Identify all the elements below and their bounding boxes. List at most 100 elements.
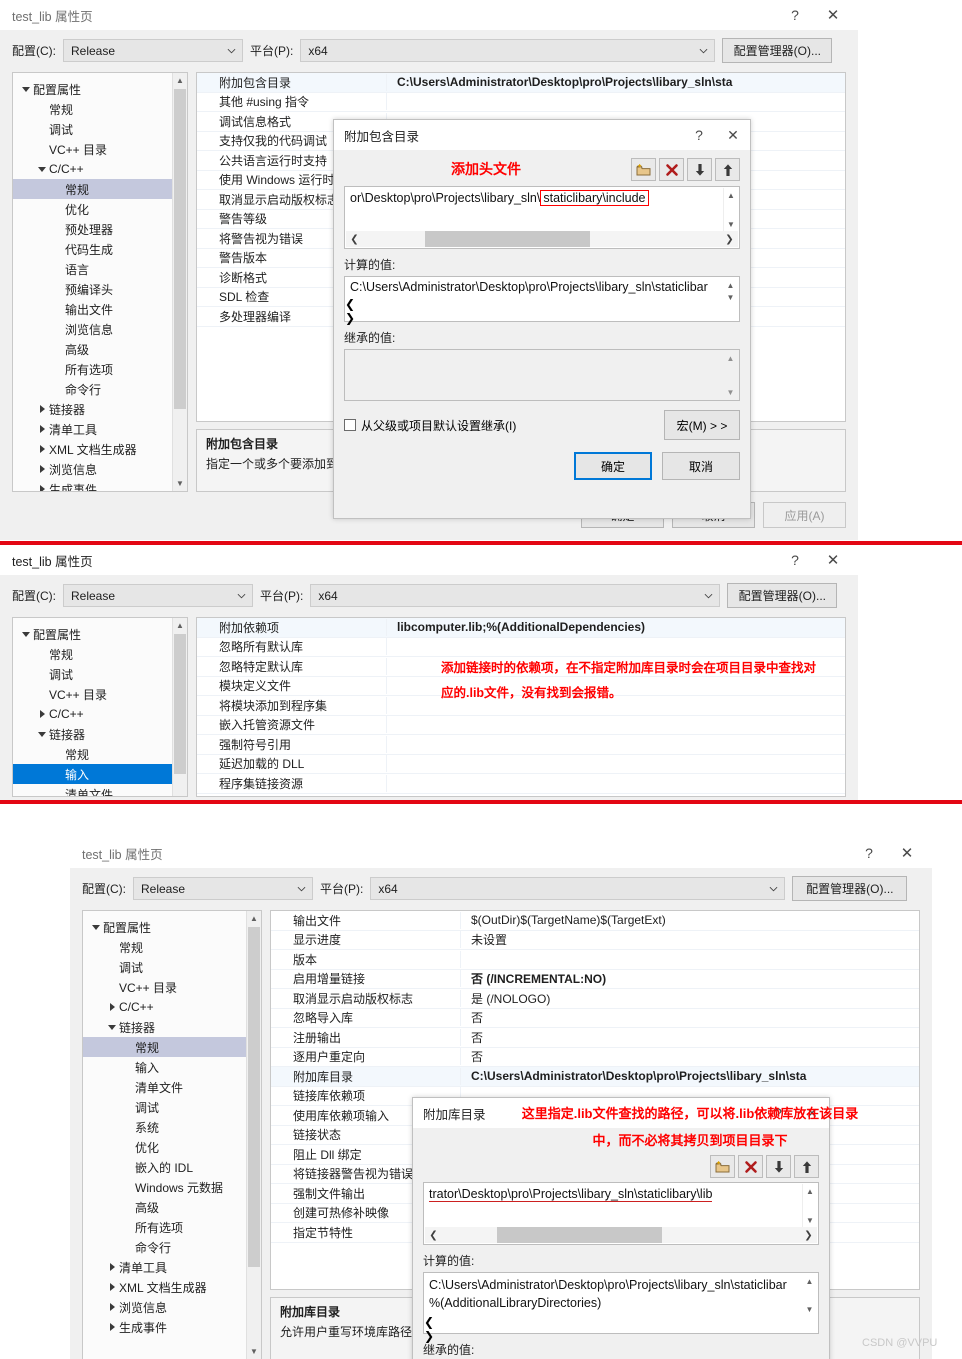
tree-item[interactable]: 清单文件 (13, 784, 187, 797)
move-down-icon[interactable] (766, 1155, 791, 1178)
move-up-icon[interactable] (794, 1155, 819, 1178)
property-row[interactable]: 附加库目录 C:\Users\Administrator\Desktop\pro\… (271, 1067, 919, 1087)
scroll-up-icon[interactable]: ▲ (803, 1184, 817, 1198)
twisty[interactable] (19, 86, 33, 92)
tree-item[interactable]: 浏览信息 (13, 319, 187, 339)
inherited-vscroll-1[interactable]: ▲ ▼ (723, 351, 738, 399)
property-row[interactable]: 显示进度 未设置 (271, 931, 919, 950)
twisty[interactable] (35, 710, 49, 718)
tree-scrollbar-1[interactable]: ▲ ▼ (172, 73, 187, 491)
twisty[interactable] (105, 1003, 119, 1011)
tree-item[interactable]: 生成事件 (83, 1317, 261, 1337)
computed-vscroll-1[interactable]: ▲ ▼ (723, 278, 738, 304)
config-manager-button-2[interactable]: 配置管理器(O)... (727, 583, 838, 608)
tree-item[interactable]: 调试 (13, 664, 187, 684)
tree-item[interactable]: 生成事件 (13, 479, 187, 491)
twisty[interactable] (105, 1024, 119, 1030)
twisty-collapsed-icon[interactable] (39, 465, 45, 473)
property-row[interactable]: 强制符号引用 (197, 735, 845, 755)
twisty-collapsed-icon[interactable] (39, 710, 45, 718)
twisty[interactable] (35, 405, 49, 413)
scroll-right-icon[interactable]: ❯ (721, 234, 738, 245)
twisty[interactable] (19, 631, 33, 637)
tree-item[interactable]: 高级 (83, 1197, 261, 1217)
hscroll-track[interactable] (442, 1227, 800, 1243)
property-value[interactable]: 未设置 (461, 931, 919, 948)
twisty[interactable] (35, 425, 49, 433)
tree-item[interactable]: 所有选项 (13, 359, 187, 379)
tree-item[interactable]: 输出文件 (13, 299, 187, 319)
include-directories-editor[interactable]: or\Desktop\pro\Projects\libary_sln\ stati… (344, 186, 740, 249)
scroll-thumb[interactable] (174, 634, 186, 774)
editor-vscroll-3[interactable]: ▲ ▼ (802, 1184, 817, 1227)
property-row[interactable]: 附加依赖项 libcomputer.lib;%(AdditionalDepende… (197, 618, 845, 638)
move-down-icon[interactable] (687, 158, 712, 181)
twisty-collapsed-icon[interactable] (109, 1283, 115, 1291)
include-directories-text[interactable]: or\Desktop\pro\Projects\libary_sln\ stati… (345, 187, 739, 231)
tree-item[interactable]: 优化 (13, 199, 187, 219)
computed-value-box-1[interactable]: C:\Users\Administrator\Desktop\pro\Proje… (344, 276, 740, 325)
twisty-expanded-icon[interactable] (38, 166, 46, 172)
inherit-checkbox-1[interactable] (344, 419, 356, 431)
twisty[interactable] (105, 1303, 119, 1311)
property-row[interactable]: 忽略导入库否 (271, 1009, 919, 1028)
property-value[interactable]: 是 (/NOLOGO) (461, 990, 919, 1007)
tree-item[interactable]: 调试 (13, 119, 187, 139)
twisty-collapsed-icon[interactable] (39, 405, 45, 413)
scroll-right-icon[interactable]: ❯ (800, 1230, 817, 1241)
scroll-up-icon[interactable]: ▲ (802, 1274, 817, 1288)
tree-item[interactable]: 命令行 (13, 379, 187, 399)
platform-combo-2[interactable]: x64 (310, 584, 721, 607)
tree-item[interactable]: 链接器 (13, 399, 187, 419)
tree-item[interactable]: C/C++ (83, 997, 261, 1017)
scroll-left-icon[interactable]: ❮ (345, 297, 739, 311)
tree-item[interactable]: VC++ 目录 (13, 684, 187, 704)
scroll-right-icon[interactable]: ❯ (345, 311, 739, 325)
tree-item[interactable]: 常规 (83, 1037, 261, 1057)
tree-scrollbar-3[interactable]: ▲ ▼ (246, 911, 261, 1359)
delete-icon[interactable] (659, 158, 684, 181)
twisty[interactable] (105, 1263, 119, 1271)
config-combo-2[interactable]: Release (63, 584, 253, 607)
property-value[interactable]: 否 (/INCREMENTAL:NO) (461, 970, 919, 987)
twisty-expanded-icon[interactable] (22, 86, 30, 92)
tree-item[interactable]: 常规 (13, 744, 187, 764)
scroll-thumb[interactable] (425, 231, 590, 247)
scroll-right-icon[interactable]: ❯ (424, 1329, 818, 1343)
twisty[interactable] (35, 485, 49, 491)
tree-item[interactable]: 命令行 (83, 1237, 261, 1257)
tree-item[interactable]: 嵌入的 IDL (83, 1157, 261, 1177)
property-value[interactable]: 否 (461, 1009, 919, 1026)
property-value[interactable]: C:\Users\Administrator\Desktop\pro\Proje… (387, 75, 845, 89)
scroll-thumb[interactable] (174, 89, 186, 409)
library-directories-text[interactable]: trator\Desktop\pro\Projects\libary_sln\s… (424, 1183, 818, 1227)
twisty[interactable] (105, 1323, 119, 1331)
hscroll-track[interactable] (363, 231, 721, 247)
tree-item[interactable]: 调试 (83, 1097, 261, 1117)
move-up-icon[interactable] (715, 158, 740, 181)
computed-hscroll-1[interactable]: ❮ ❯ (345, 297, 739, 325)
tree-item[interactable]: 链接器 (13, 724, 187, 744)
tree-item[interactable]: XML 文档生成器 (83, 1277, 261, 1297)
dialog-cancel-button-1[interactable]: 取消 (662, 452, 740, 480)
twisty-collapsed-icon[interactable] (109, 1303, 115, 1311)
tree-item[interactable]: 常规 (13, 99, 187, 119)
tree-item[interactable]: 配置属性 (13, 79, 187, 99)
property-row[interactable]: 注册输出否 (271, 1028, 919, 1048)
config-manager-button-3[interactable]: 配置管理器(O)... (792, 876, 908, 901)
property-row[interactable]: 程序集链接资源 (197, 774, 845, 794)
tree-item[interactable]: 预处理器 (13, 219, 187, 239)
scroll-up-icon[interactable]: ▲ (723, 351, 738, 365)
scroll-up-icon[interactable]: ▲ (173, 73, 187, 88)
help-button-1[interactable]: ? (776, 3, 814, 27)
tree-item[interactable]: 优化 (83, 1137, 261, 1157)
config-combo-3[interactable]: Release (133, 877, 313, 900)
scroll-up-icon[interactable]: ▲ (724, 188, 738, 202)
twisty[interactable] (89, 924, 103, 930)
scroll-left-icon[interactable]: ❮ (425, 1230, 442, 1241)
twisty-collapsed-icon[interactable] (109, 1263, 115, 1271)
tree-item[interactable]: 代码生成 (13, 239, 187, 259)
close-button-3[interactable]: ✕ (888, 841, 926, 865)
editor-vscroll-1[interactable]: ▲ ▼ (723, 188, 738, 231)
twisty[interactable] (35, 445, 49, 453)
